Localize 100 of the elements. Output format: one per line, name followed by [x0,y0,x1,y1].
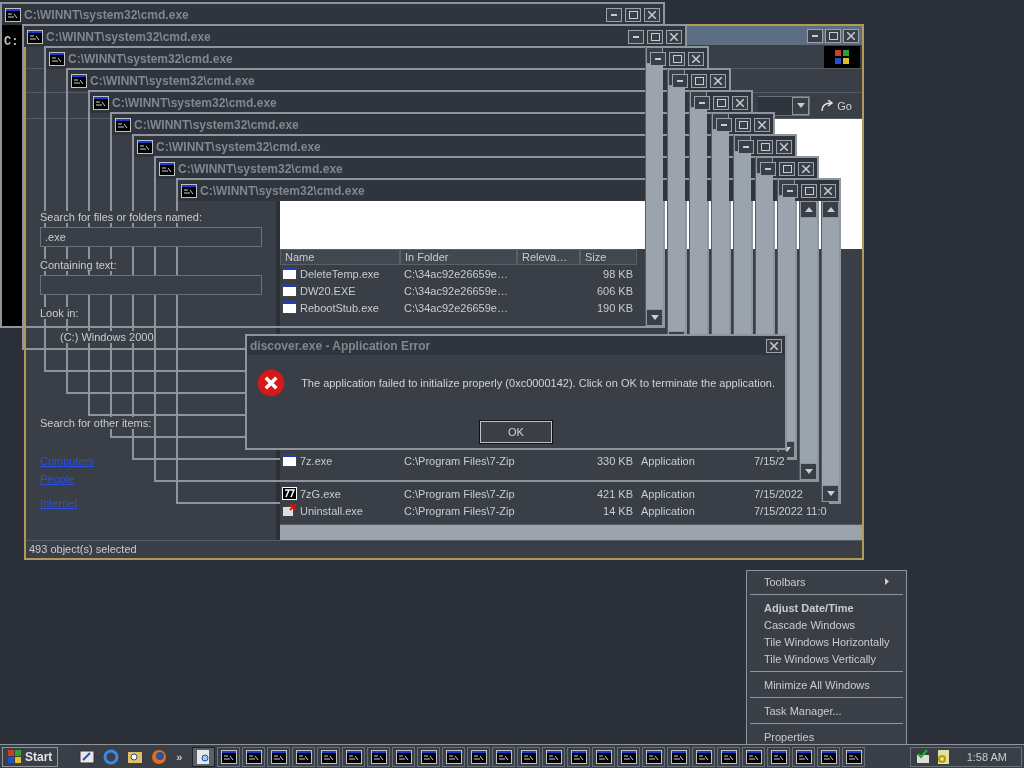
close-button[interactable] [732,95,748,110]
close-button[interactable] [776,139,792,154]
file-name[interactable]: DeleteTemp.exe [280,267,400,280]
maximize-button[interactable] [757,139,773,154]
clock[interactable]: 1:58 AM [966,750,1007,763]
modified-cell-text: 7/15/2022 [753,487,804,500]
file-name[interactable]: 7z.exe [280,454,400,467]
task-button[interactable] [667,746,691,767]
task-button[interactable] [692,746,716,767]
file-name-field[interactable]: .exe [40,227,262,247]
task-button[interactable] [542,746,566,767]
ok-button[interactable]: OK [480,421,552,443]
task-button[interactable] [567,746,591,767]
address-field[interactable] [758,95,811,116]
task-button[interactable] [817,746,841,767]
close-button[interactable] [644,7,660,22]
column-header[interactable]: Releva… [517,249,580,265]
maximize-button[interactable] [647,29,663,44]
console-title-bar[interactable]: C:\WINNT\system32\cmd.exe [24,26,685,47]
minimize-button[interactable] [628,29,644,44]
vertical-scrollbar[interactable] [821,201,839,502]
task-button[interactable] [717,746,741,767]
close-button[interactable] [754,117,770,132]
task-button[interactable] [742,746,766,767]
console-title-bar[interactable]: C:\WINNT\system32\cmd.exe [46,48,707,69]
close-icon [824,186,832,195]
minimize-button[interactable] [606,7,622,22]
task-button[interactable] [517,746,541,767]
folder-cell-text: C:\Program Files\7-Zip [403,504,516,517]
vertical-scrollbar[interactable] [645,47,663,326]
console-icon [137,139,153,154]
task-button[interactable] [842,746,866,767]
file-name[interactable]: RebootStub.exe [280,301,400,314]
maximize-button[interactable] [735,117,751,132]
horizontal-scrollbar[interactable] [280,524,862,540]
task-button[interactable] [492,746,516,767]
console-icon [395,749,412,764]
task-button[interactable] [267,746,291,767]
size-cell-text: 14 KB [602,504,634,517]
more-chevron[interactable]: » [176,750,183,763]
window-title: C:\WINNT\system32\cmd.exe [46,29,211,44]
console-title-bar[interactable]: C:\WINNT\system32\cmd.exe [2,4,663,25]
task-button[interactable] [592,746,616,767]
task-button[interactable] [417,746,441,767]
close-button[interactable] [688,51,704,66]
file-name[interactable]: 7zG.exe [280,487,400,500]
task-button[interactable] [767,746,791,767]
window-title: C:\WINNT\system32\cmd.exe [112,95,277,110]
task-button[interactable] [392,746,416,767]
close-button[interactable] [666,29,682,44]
vertical-scrollbar[interactable] [799,201,817,480]
maximize-button[interactable] [625,7,641,22]
menu-item[interactable]: Toolbars [748,573,905,590]
task-button[interactable] [192,746,216,767]
console-icon [295,749,312,764]
close-button[interactable] [710,73,726,88]
task-button[interactable] [317,746,341,767]
task-button[interactable] [217,746,241,767]
column-header[interactable]: Name [280,249,400,265]
maximize-button[interactable] [779,161,795,176]
field-label: Containing text: [40,259,117,271]
field-label: Search for files or folders named: [40,211,203,223]
maximize-icon [694,76,704,85]
field-label: Look in: [40,307,79,319]
task-button[interactable] [292,746,316,767]
menu-item[interactable]: Task Manager... [748,702,905,719]
task-button[interactable] [617,746,641,767]
menu-item[interactable]: Properties [748,728,905,745]
folder-cell-text: C:\Program Files\7-Zip [403,487,516,500]
maximize-button[interactable] [669,51,685,66]
close-button[interactable] [843,28,859,43]
text-field[interactable] [40,275,262,295]
task-button[interactable] [467,746,491,767]
maximize-button[interactable] [825,28,841,43]
start-button[interactable]: Start [2,746,59,767]
look-in-value[interactable]: (C:) Windows 2000 [60,331,154,343]
column-header[interactable]: Size [580,249,637,265]
task-button[interactable] [367,746,391,767]
file-name[interactable]: DW20.EXE [280,284,400,297]
task-button[interactable] [442,746,466,767]
task-button[interactable] [792,746,816,767]
close-button[interactable] [798,161,814,176]
go-button[interactable]: Go [816,95,856,116]
task-button[interactable] [242,746,266,767]
minimize-button[interactable] [807,28,823,43]
close-button[interactable] [820,183,836,198]
windows-logo-icon [8,749,22,764]
maximize-button[interactable] [691,73,707,88]
close-button[interactable] [766,338,782,353]
task-button[interactable] [342,746,366,767]
menu-item[interactable]: Tile Windows Vertically [748,650,905,667]
file-name[interactable]: Uninstall.exe [280,504,400,517]
maximize-button[interactable] [801,183,817,198]
menu-item[interactable]: Adjust Date/Time [748,599,905,616]
menu-item[interactable]: Tile Windows Horizontally [748,633,905,650]
column-header[interactable]: In Folder [400,249,517,265]
menu-item[interactable]: Cascade Windows [748,616,905,633]
task-button[interactable] [642,746,666,767]
menu-item[interactable]: Minimize All Windows [748,676,905,693]
maximize-button[interactable] [713,95,729,110]
